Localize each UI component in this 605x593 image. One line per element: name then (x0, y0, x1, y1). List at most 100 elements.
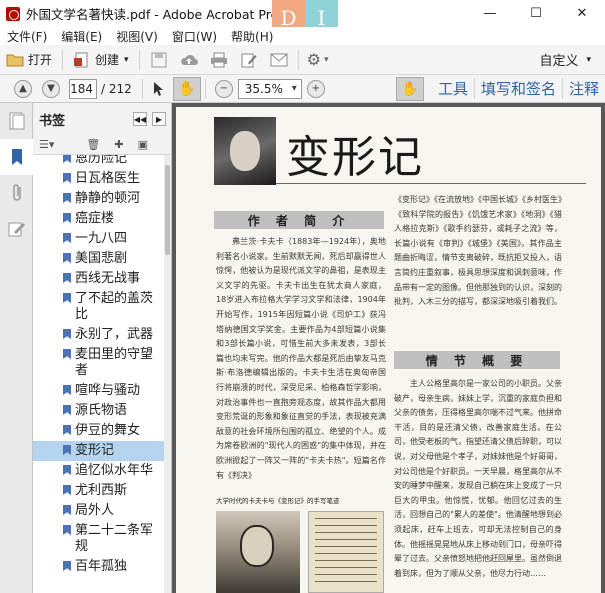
plot-summary-text: 主人公格里高尔是一家公司的小职员。父亲破产，母亲生病，妹妹上学，沉重的家庭负担和… (394, 379, 562, 578)
bookmark-label: 西线无战事 (75, 271, 141, 286)
next-page-icon[interactable]: ▼ (42, 79, 60, 98)
chapter-title: 变形记 (286, 132, 424, 183)
open-label: 打开 (28, 53, 53, 67)
maximize-button[interactable]: ☐ (513, 0, 559, 27)
menu-view[interactable]: 视图(V) (109, 28, 165, 45)
title-divider (276, 183, 586, 184)
edit-icon[interactable] (234, 48, 264, 72)
author-works-text: 《变形记》《在流放地》《中国长城》《乡村医生》《致科学院的报告》《饥饿艺术家》《… (394, 195, 562, 307)
bookmark-item[interactable]: 源氏物语 (33, 401, 165, 421)
delete-bookmark-icon[interactable]: 🗑 (86, 138, 100, 151)
panel-collapse-icon[interactable]: ◀◀ (133, 112, 147, 126)
bookmark-item[interactable]: 永别了，武器 (33, 325, 165, 345)
hand-tool-icon[interactable]: ✋ (172, 76, 201, 101)
photo-caption: 大学时代的卡夫卡与《变形记》的手写笔迹 (216, 497, 340, 505)
acrobat-app-icon (6, 6, 20, 21)
bookmarks-title: 书签 (39, 113, 66, 129)
bookmark-item[interactable]: 喧哗与骚动 (33, 381, 165, 401)
bookmark-item[interactable]: 日瓦格医生 (33, 169, 165, 189)
bookmark-label: 第二十二条军规 (75, 523, 154, 554)
bookmarks-panel-icon[interactable] (0, 139, 33, 175)
bookmark-item[interactable]: 伊豆的舞女 (33, 421, 165, 441)
cloud-upload-icon[interactable] (174, 48, 204, 72)
document-viewport[interactable]: 变形记 作 者 简 介 弗兰茨·卡夫卡（1883年—1924年），奥地利著名小说… (172, 103, 605, 593)
create-label: 创建 (95, 53, 120, 67)
customize-button[interactable]: 自定义 ▾ (539, 50, 605, 69)
bookmarks-header: 书签 ◀◀ ▶ (33, 103, 171, 135)
bookmark-item[interactable]: 局外人 (33, 501, 165, 521)
bookmarks-panel: 书签 ◀◀ ▶ ☰▾ 🗑 ✚ ▣ 恩历险记 日瓦格医生静静的顿河癌症楼 一九八四 美国… (33, 103, 172, 593)
expand-bookmark-icon[interactable]: ▣ (138, 138, 148, 151)
create-pdf-icon (74, 52, 88, 67)
fill-sign-link[interactable]: 填写和签名 (473, 78, 562, 99)
navigation-pane-rail (0, 103, 33, 593)
bookmark-item[interactable]: 百年孤独 (33, 557, 165, 577)
toolbar-separator (297, 49, 299, 70)
bookmark-item[interactable]: 癌症楼 (33, 209, 165, 229)
bookmarks-list: 恩历险记 日瓦格医生静静的顿河癌症楼 一九八四 美国悲剧西线无战事了不起的盖茨比永别了… (33, 155, 165, 593)
navigation-toolbar: ▲ ▼ 184 / 212 ✋ − 35.5% + ✋ 工具 填写和签名 注释 (0, 75, 605, 103)
section-plot-heading: 情 节 概 要 (394, 351, 560, 369)
panel-options-icon[interactable]: ▶ (152, 112, 166, 126)
bookmark-item[interactable]: 尤利西斯 (33, 481, 165, 501)
author-intro-text: 弗兰茨·卡夫卡（1883年—1924年），奥地利著名小说家。生前默默无闻，死后却… (216, 237, 386, 480)
bookmark-label: 麦田里的守望者 (75, 347, 154, 378)
bookmark-item[interactable]: 了不起的盖茨比 (33, 289, 165, 325)
email-icon[interactable] (264, 48, 294, 72)
folder-icon (6, 54, 24, 66)
previous-page-icon[interactable]: ▲ (14, 79, 32, 98)
save-icon[interactable] (144, 48, 174, 72)
bookmark-item[interactable]: 变形记 (33, 441, 165, 461)
zoom-out-icon[interactable]: − (214, 79, 233, 98)
customize-label: 自定义 (539, 54, 579, 69)
menu-edit[interactable]: 编辑(E) (54, 28, 109, 45)
zoom-in-icon[interactable]: + (306, 79, 325, 98)
zoom-level-input[interactable]: 35.5% (237, 78, 302, 99)
chevron-down-icon: ▾ (124, 54, 129, 65)
bookmark-label: 静静的顿河 (75, 191, 141, 206)
window-controls: — ☐ ✕ (467, 0, 605, 27)
bookmark-item[interactable]: 麦田里的守望者 (33, 345, 165, 381)
tools-link[interactable]: 工具 (432, 78, 474, 99)
new-bookmark-icon[interactable]: ✚ (114, 138, 123, 151)
read-mode-hand-icon[interactable]: ✋ (395, 76, 424, 101)
page-thumbnails-icon[interactable] (0, 103, 33, 139)
close-button[interactable]: ✕ (559, 0, 605, 27)
attachments-paperclip-icon[interactable] (0, 175, 33, 211)
toolbar-separator (138, 49, 140, 70)
bookmarks-scrollbar[interactable] (164, 155, 171, 593)
menu-bar: 文件(F) 编辑(E) 视图(V) 窗口(W) 帮助(H) (0, 27, 605, 45)
create-button[interactable]: 创建 ▾ (67, 48, 135, 72)
bookmark-item[interactable]: 一九八四 (33, 229, 165, 249)
open-button[interactable]: 打开 (0, 48, 58, 72)
main-toolbar: 打开 创建 ▾ ⚙ ▾ 自定义 ▾ (0, 45, 605, 75)
bookmark-options-icon[interactable]: ☰▾ (39, 138, 54, 151)
minimize-button[interactable]: — (467, 0, 513, 27)
menu-help[interactable]: 帮助(H) (224, 28, 280, 45)
comment-link[interactable]: 注释 (561, 78, 605, 99)
bookmark-label: 伊豆的舞女 (75, 423, 141, 438)
bookmark-label: 永别了，武器 (75, 327, 154, 342)
bookmark-label: 追忆似水年华 (75, 463, 154, 478)
chevron-down-icon: ▾ (586, 54, 591, 65)
window-title: 外国文学名著快读.pdf - Adobe Acrobat Pro (26, 7, 279, 22)
bookmark-item[interactable]: 恩历险记 (33, 155, 165, 169)
page-total: / 212 (101, 81, 132, 96)
page-number-input[interactable]: 184 (69, 78, 97, 99)
toolbar-separator (62, 49, 64, 70)
select-cursor-icon[interactable] (147, 77, 171, 101)
menu-file[interactable]: 文件(F) (0, 28, 54, 45)
toolbar-separator (204, 78, 206, 99)
bookmark-item[interactable]: 西线无战事 (33, 269, 165, 289)
menu-window[interactable]: 窗口(W) (165, 28, 224, 45)
settings-gear-icon[interactable]: ⚙ ▾ (303, 48, 333, 72)
bookmark-item[interactable]: 追忆似水年华 (33, 461, 165, 481)
scrollbar-thumb[interactable] (165, 165, 170, 255)
bookmark-item[interactable]: 第二十二条军规 (33, 521, 165, 557)
signatures-pen-icon[interactable] (0, 211, 33, 247)
bookmark-item[interactable]: 美国悲剧 (33, 249, 165, 269)
toolbar-separator (141, 78, 143, 99)
bookmark-item[interactable]: 静静的顿河 (33, 189, 165, 209)
print-icon[interactable] (204, 48, 234, 72)
manuscript-image (308, 511, 384, 593)
